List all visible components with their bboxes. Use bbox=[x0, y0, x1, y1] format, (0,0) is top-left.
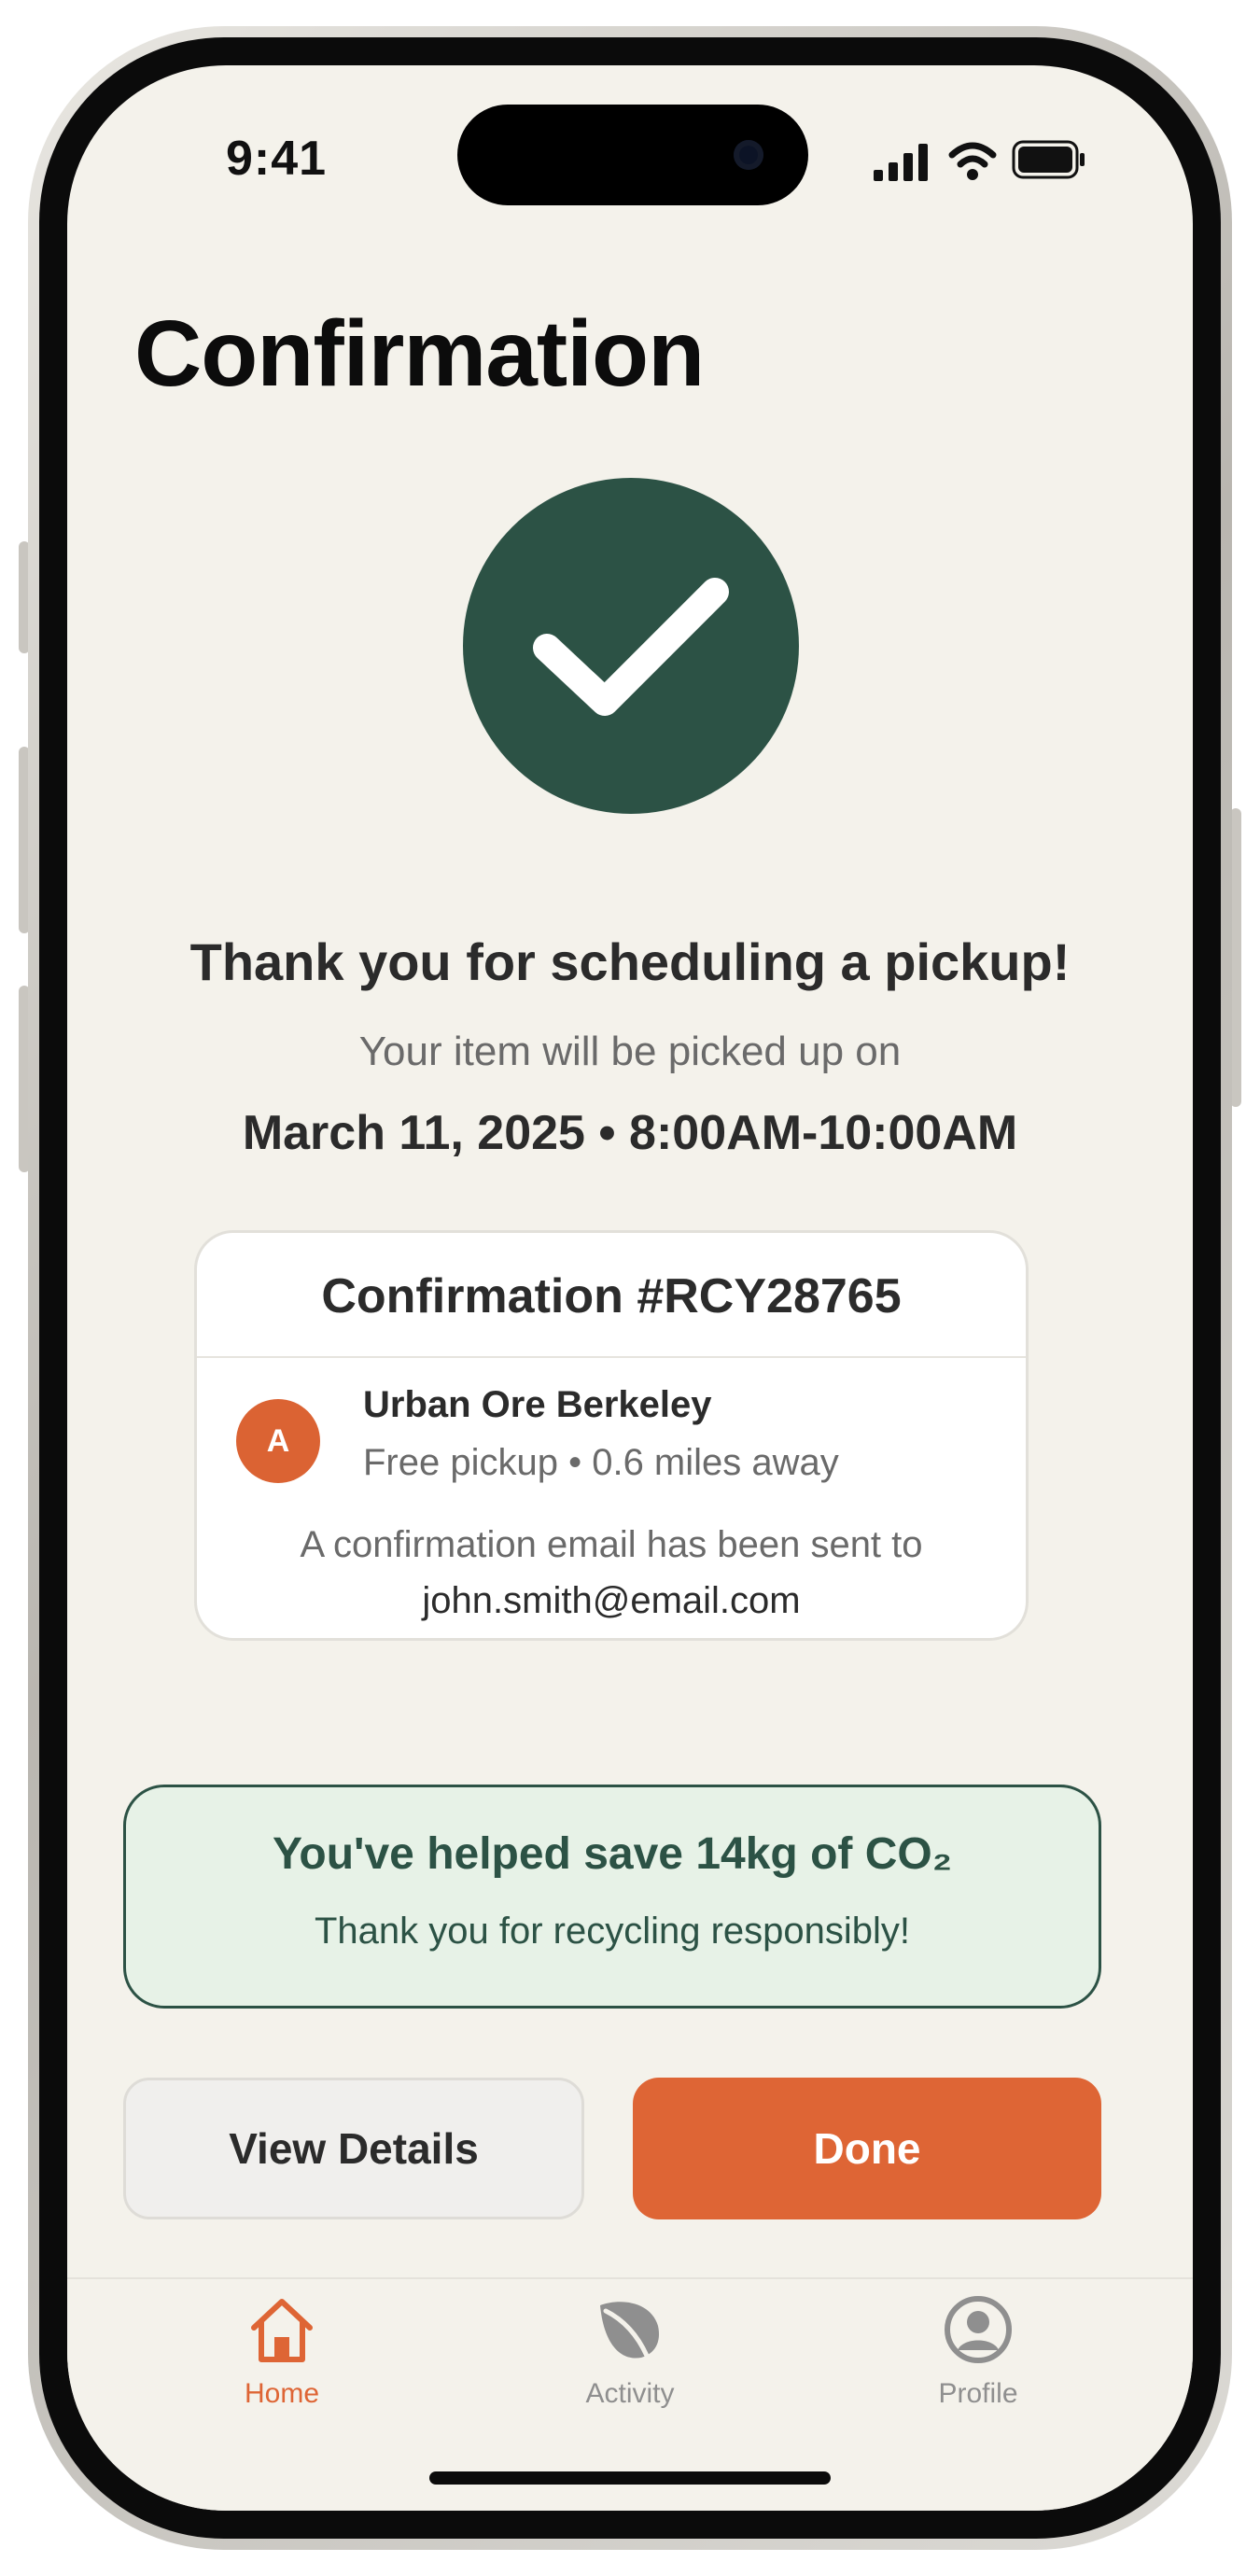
organization-meta: Free pickup • 0.6 miles away bbox=[363, 1442, 839, 1483]
front-camera-icon bbox=[734, 140, 763, 170]
impact-title: You've helped save 14kg of CO₂ bbox=[272, 1829, 953, 1879]
success-check-icon bbox=[463, 478, 799, 814]
tab-activity-label: Activity bbox=[585, 2378, 675, 2409]
tab-activity[interactable]: Activity bbox=[518, 2279, 742, 2447]
cellular-signal-icon bbox=[874, 144, 928, 181]
view-details-button[interactable]: View Details bbox=[123, 2078, 584, 2219]
impact-banner: You've helped save 14kg of CO₂ Thank you… bbox=[123, 1785, 1101, 2009]
done-button[interactable]: Done bbox=[633, 2078, 1101, 2219]
pickup-datetime: March 11, 2025 • 8:00AM-10:00AM bbox=[242, 1106, 1018, 1160]
status-time: 9:41 bbox=[226, 132, 328, 186]
screen: 9:41 Confirmation Thank you for scheduli… bbox=[67, 65, 1193, 2511]
card-divider bbox=[197, 1356, 1026, 1358]
impact-subtitle: Thank you for recycling responsibly! bbox=[314, 1911, 911, 1952]
confirmation-card: Confirmation #RCY28765 A Urban Ore Berke… bbox=[194, 1230, 1029, 1641]
email-note: A confirmation email has been sent to bbox=[300, 1524, 923, 1565]
email-address: john.smith@email.com bbox=[422, 1580, 801, 1621]
confirmation-heading: Thank you for scheduling a pickup! bbox=[189, 932, 1071, 991]
dynamic-island bbox=[457, 105, 808, 205]
profile-icon bbox=[945, 2296, 1012, 2363]
tab-home[interactable]: Home bbox=[170, 2279, 394, 2447]
organization-name: Urban Ore Berkeley bbox=[363, 1384, 712, 1425]
tab-profile-label: Profile bbox=[938, 2378, 1018, 2409]
wifi-icon bbox=[948, 142, 997, 180]
tab-home-label: Home bbox=[244, 2378, 320, 2409]
home-icon bbox=[251, 2299, 313, 2362]
home-indicator[interactable] bbox=[429, 2471, 831, 2485]
page-title: Confirmation bbox=[134, 301, 705, 406]
pickup-subheading: Your item will be picked up on bbox=[358, 1029, 902, 1074]
confirmation-number: Confirmation #RCY28765 bbox=[321, 1269, 902, 1323]
battery-icon bbox=[1012, 140, 1085, 179]
tab-profile[interactable]: Profile bbox=[866, 2279, 1090, 2447]
leaf-icon bbox=[600, 2302, 660, 2359]
organization-avatar: A bbox=[236, 1399, 320, 1483]
